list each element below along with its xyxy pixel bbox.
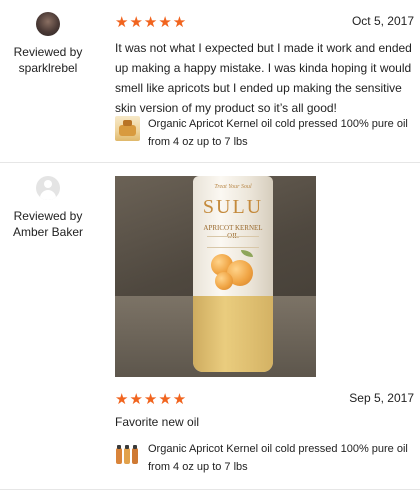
review-date: Sep 5, 2017 bbox=[349, 391, 414, 405]
star-rating: ★★★★★ bbox=[115, 391, 188, 408]
star-rating: ★★★★★ bbox=[115, 14, 188, 31]
reviewer-block: Reviewed by Amber Baker bbox=[0, 176, 96, 240]
review-card: Reviewed by sparklrebel ★★★★★ Oct 5, 201… bbox=[0, 0, 420, 163]
review-date: Oct 5, 2017 bbox=[351, 14, 414, 28]
default-avatar-icon[interactable] bbox=[36, 176, 60, 200]
review-text: It was not what I expected but I made it… bbox=[115, 41, 412, 115]
label-brand: SULU bbox=[202, 196, 264, 218]
product-thumbnail[interactable] bbox=[115, 441, 140, 466]
review-card: Reviewed by Amber Baker Treat Your Soul … bbox=[0, 164, 420, 490]
label-fine-print bbox=[207, 236, 259, 248]
product-title[interactable]: Organic Apricot Kernel oil cold pressed … bbox=[148, 115, 415, 151]
reviewer-block: Reviewed by sparklrebel bbox=[0, 12, 96, 76]
bottle-icon bbox=[124, 445, 130, 464]
bottle-icon bbox=[116, 445, 122, 464]
avatar[interactable] bbox=[36, 12, 60, 36]
bottle-icon bbox=[132, 445, 138, 464]
reviewed-by-label: Reviewed by bbox=[13, 209, 83, 223]
product-thumbnail[interactable] bbox=[115, 116, 140, 141]
reviewed-by-label: Reviewed by bbox=[13, 45, 83, 59]
review-text: Favorite new oil bbox=[115, 415, 200, 429]
reviewer-name[interactable]: Amber Baker bbox=[0, 224, 96, 240]
label-tagline: Treat Your Soul bbox=[214, 184, 252, 190]
apricot-graphic bbox=[215, 272, 233, 290]
reviewed-product-link[interactable]: Organic Apricot Kernel oil cold pressed … bbox=[115, 440, 415, 476]
reviewed-product-link[interactable]: Organic Apricot Kernel oil cold pressed … bbox=[115, 115, 415, 151]
reviewer-name[interactable]: sparklrebel bbox=[0, 60, 96, 76]
product-title[interactable]: Organic Apricot Kernel oil cold pressed … bbox=[148, 440, 415, 476]
review-photo[interactable]: Treat Your Soul SULU APRICOT KERNEL OIL bbox=[115, 176, 316, 377]
oil-fill bbox=[193, 296, 273, 372]
